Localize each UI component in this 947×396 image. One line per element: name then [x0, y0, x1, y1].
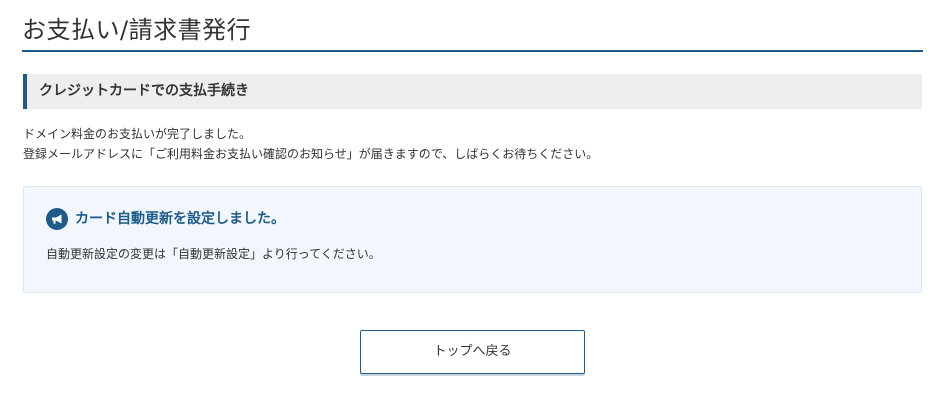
auto-renewal-notice: カード自動更新を設定しました。 自動更新設定の変更は「自動更新設定」より行ってく… — [23, 186, 922, 293]
completion-message-line-2: 登録メールアドレスに「ご利用料金お支払い確認のお知らせ」が届きますので、しばらく… — [23, 147, 599, 161]
back-to-top-button[interactable]: トップへ戻る — [360, 330, 585, 374]
section-heading: クレジットカードでの支払手続き — [23, 74, 922, 109]
notice-title-row: カード自動更新を設定しました。 — [46, 208, 285, 230]
notice-title: カード自動更新を設定しました。 — [75, 211, 285, 227]
notice-body: 自動更新設定の変更は「自動更新設定」より行ってください。 — [46, 247, 381, 261]
page-title: お支払い/請求書発行 — [22, 10, 923, 52]
completion-message-line-1: ドメイン料金のお支払いが完了しました。 — [23, 127, 252, 141]
completion-message: ドメイン料金のお支払いが完了しました。 登録メールアドレスに「ご利用料金お支払い… — [23, 124, 923, 164]
megaphone-icon — [46, 208, 68, 230]
